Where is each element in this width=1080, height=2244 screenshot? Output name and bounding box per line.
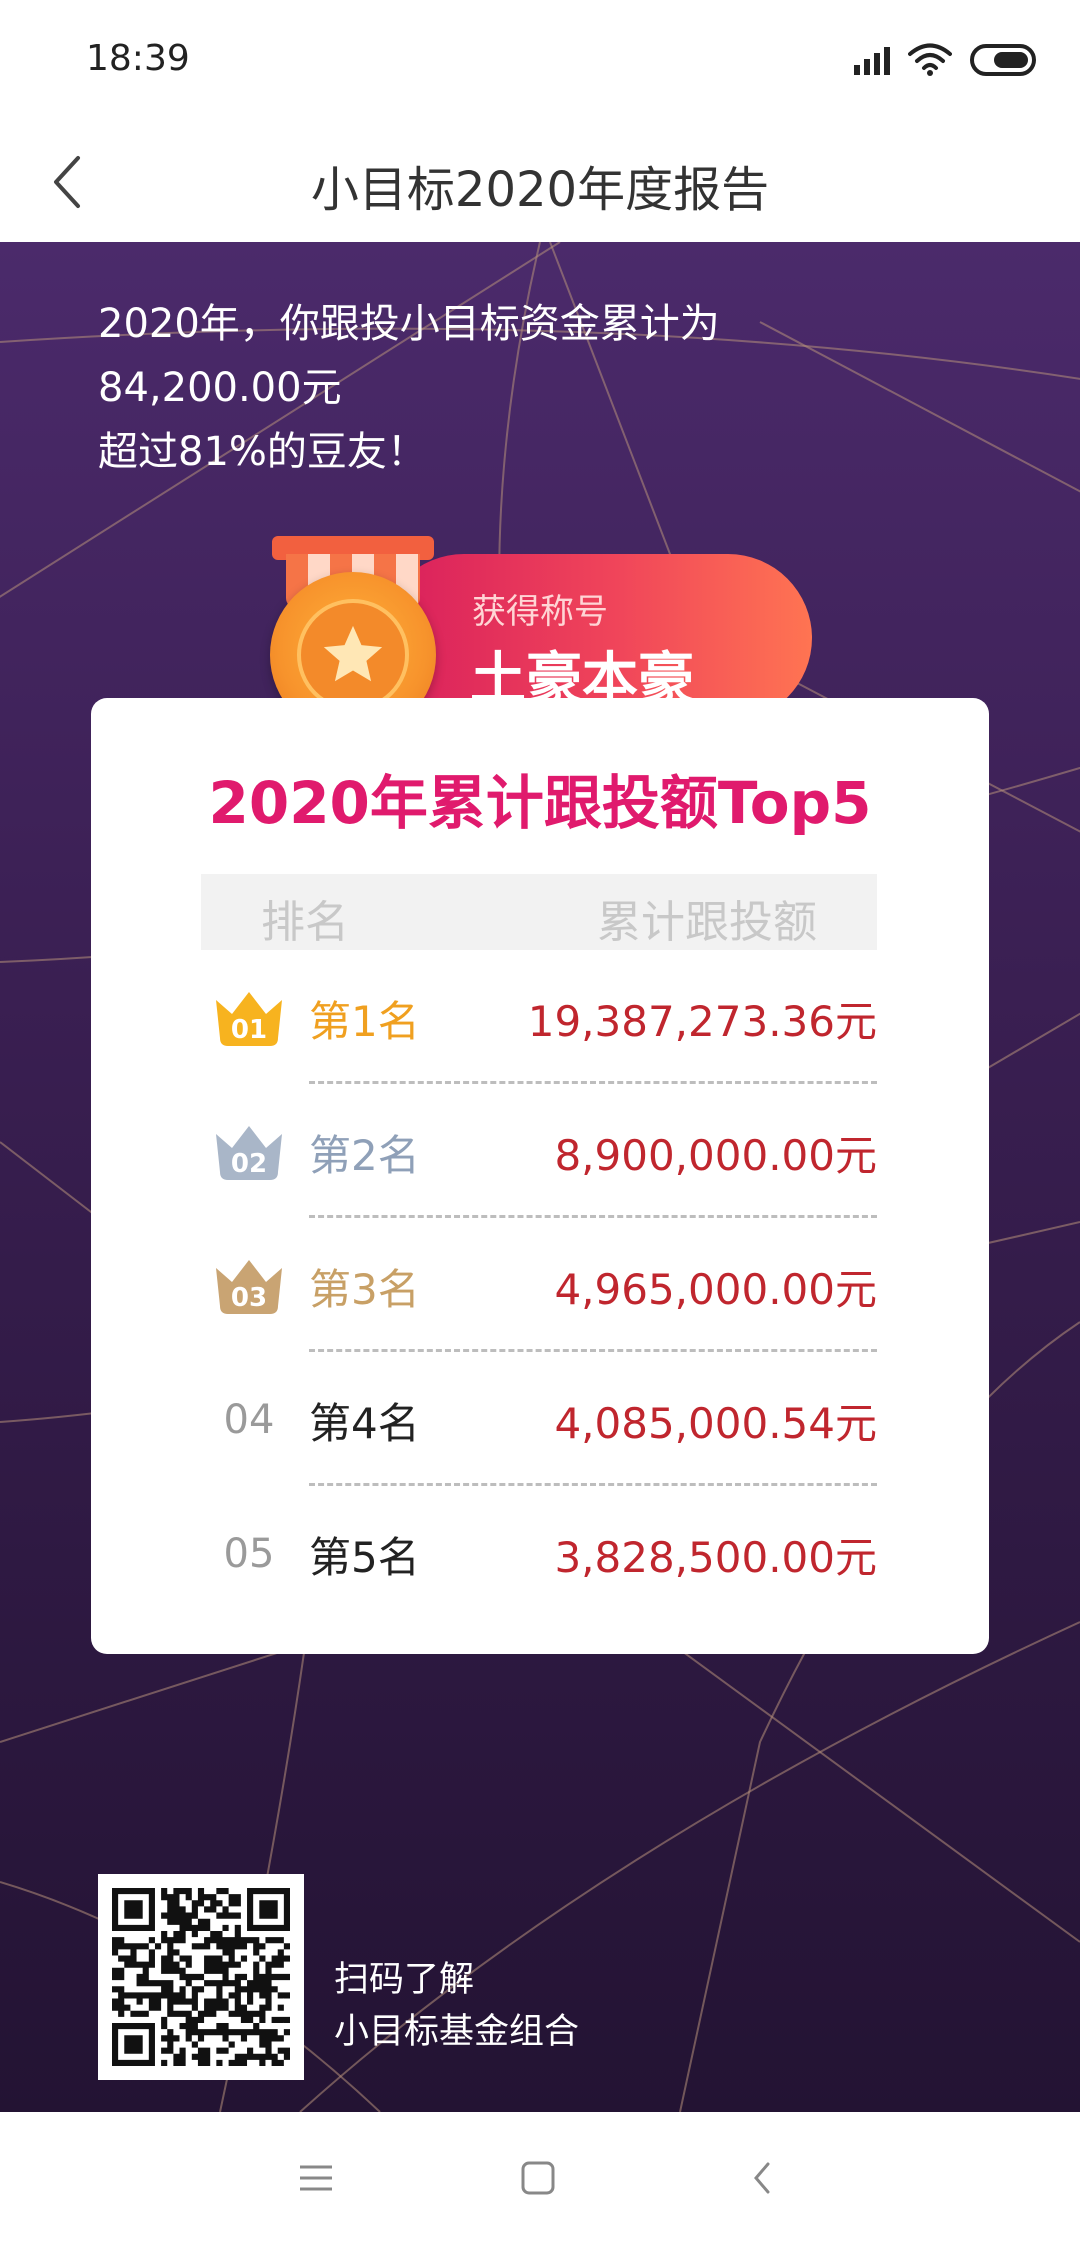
ranking-row: 03 第3名 4,965,000.00元: [201, 1218, 877, 1352]
home-button[interactable]: [508, 2148, 568, 2208]
qr-code-image: [112, 1888, 290, 2066]
rank-4-amount: 4,085,000.54元: [554, 1399, 877, 1448]
rank-1-label: 第1名: [309, 997, 420, 1046]
gold-crown-icon: 01: [201, 978, 297, 1058]
rank-3-label: 第3名: [309, 1265, 420, 1314]
signal-icon: [854, 45, 890, 75]
back-icon: [754, 2162, 770, 2194]
ranking-title: 2020年累计跟投额Top5: [208, 769, 872, 837]
app-header: 小目标2020年度报告: [0, 120, 1080, 242]
badge-caption: 获得称号: [472, 592, 608, 632]
rank-1-num: 01: [231, 1015, 267, 1045]
summary-text: 2020年，你跟投小目标资金累计为 84,200.00元 超过81%的豆友！: [98, 292, 720, 484]
ranking-row: 04 第4名 4,085,000.54元: [201, 1352, 877, 1486]
rank-2-label: 第2名: [309, 1131, 420, 1180]
qr-code[interactable]: [98, 1874, 304, 2080]
ranking-row: 05 第5名 3,828,500.00元: [201, 1486, 877, 1620]
bronze-crown-icon: 03: [201, 1246, 297, 1326]
status-icons: [854, 40, 1036, 80]
header-amount: 累计跟投额: [597, 897, 817, 948]
header-rank: 排名: [261, 897, 349, 948]
system-back-button[interactable]: [732, 2148, 792, 2208]
rank-3-amount: 4,965,000.00元: [554, 1265, 877, 1314]
rank-2-num: 02: [231, 1149, 267, 1179]
page-title: 小目标2020年度报告: [310, 162, 770, 218]
ranking-row: 02 第2名 8,900,000.00元: [201, 1084, 877, 1218]
silver-crown-icon: 02: [201, 1112, 297, 1192]
summary-line-3: 超过81%的豆友！: [98, 429, 427, 475]
summary-line-1: 2020年，你跟投小目标资金累计为: [98, 301, 720, 347]
system-nav-bar: [0, 2112, 1080, 2244]
report-content: 2020年，你跟投小目标资金累计为 84,200.00元 超过81%的豆友！ 获…: [0, 242, 1080, 2112]
qr-caption-line-1: 扫码了解: [334, 1960, 475, 2000]
ranking-card: 2020年累计跟投额Top5 排名 累计跟投额 01 第1名 19,387,27…: [91, 698, 989, 1654]
qr-caption-line-2: 小目标基金组合: [334, 2012, 580, 2052]
wifi-icon: [908, 43, 952, 76]
rank-5-amount: 3,828,500.00元: [554, 1533, 877, 1582]
status-time: 18:39: [86, 38, 190, 79]
ranking-row: 01 第1名 19,387,273.36元: [201, 950, 877, 1084]
qr-caption: 扫码了解 小目标基金组合: [334, 1954, 579, 2058]
table-header: 排名 累计跟投额: [201, 874, 877, 950]
battery-icon: [970, 44, 1036, 76]
rank-1-amount: 19,387,273.36元: [527, 997, 877, 1046]
home-icon: [521, 2161, 555, 2195]
rank-5-num: 05: [223, 1531, 275, 1577]
rank-2-amount: 8,900,000.00元: [554, 1131, 877, 1180]
status-bar: 18:39: [0, 0, 1080, 120]
summary-amount: 84,200.00元: [98, 365, 342, 411]
menu-button[interactable]: [286, 2148, 346, 2208]
rank-4-num: 04: [223, 1397, 275, 1443]
rank-3-num: 03: [231, 1283, 267, 1313]
rank-4-label: 第4名: [309, 1399, 420, 1448]
menu-icon: [300, 2165, 332, 2191]
rank-5-label: 第5名: [309, 1533, 420, 1582]
